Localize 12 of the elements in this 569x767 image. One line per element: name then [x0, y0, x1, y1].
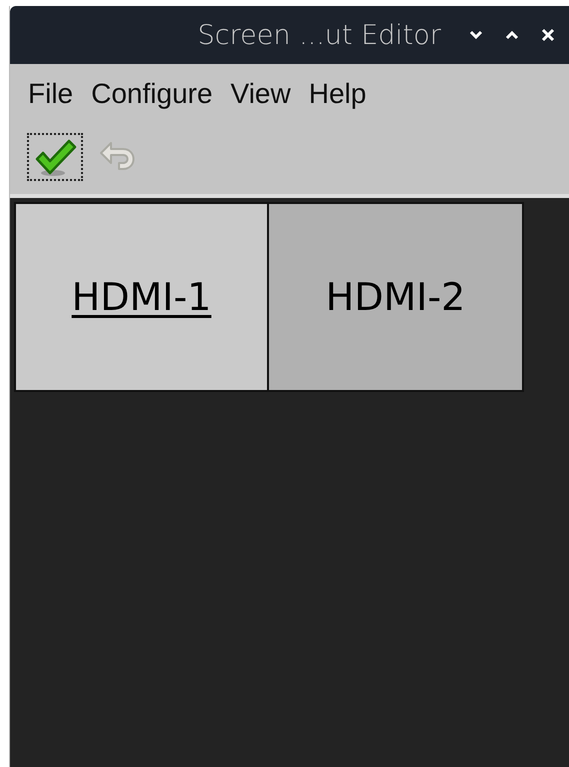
apply-button[interactable]	[27, 133, 83, 181]
minimize-icon[interactable]	[469, 30, 483, 40]
menu-item[interactable]: View	[230, 78, 291, 110]
monitor-tile[interactable]: HDMI-1	[14, 202, 269, 392]
monitor-tile[interactable]: HDMI-2	[269, 202, 524, 392]
checkmark-icon	[33, 137, 77, 177]
close-icon[interactable]	[541, 28, 555, 42]
window-title: Screen ...ut Editor	[198, 20, 441, 50]
maximize-icon[interactable]	[505, 30, 519, 40]
menu-item[interactable]: Configure	[91, 78, 213, 110]
menu-item[interactable]: Help	[308, 78, 366, 110]
menu-item[interactable]: File	[28, 78, 74, 110]
